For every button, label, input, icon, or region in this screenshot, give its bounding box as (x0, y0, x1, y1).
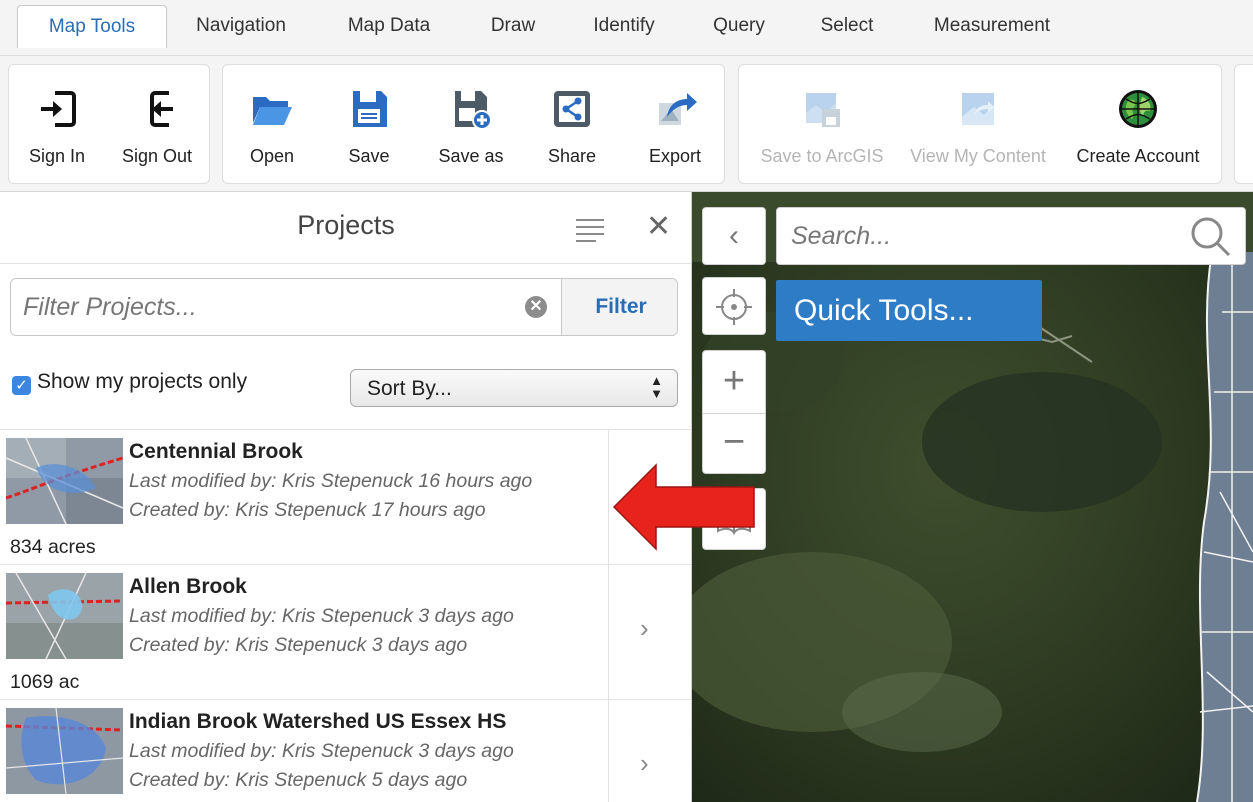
view-my-content-label: View My Content (910, 146, 1046, 166)
project-modified: Last modified by: Kris Stepenuck 3 days … (129, 740, 514, 762)
tab-draw[interactable]: Draw (470, 5, 556, 47)
save-label: Save (348, 146, 390, 166)
project-thumbnail (6, 708, 123, 794)
sign-in-label: Sign In (28, 146, 86, 166)
open-label: Open (249, 146, 295, 166)
account-group: Sign In Sign Out (8, 64, 210, 184)
select-arrows-icon: ▲ ▼ (650, 373, 663, 401)
tab-select[interactable]: Select (802, 5, 892, 47)
save-as-button[interactable]: Save as (431, 87, 511, 177)
tab-identify[interactable]: Identify (572, 5, 676, 47)
panel-header: Projects ✕ (0, 192, 691, 264)
share-label: Share (547, 146, 597, 166)
map-search-input[interactable] (777, 208, 1177, 264)
close-icon[interactable]: ✕ (646, 209, 671, 244)
chevron-right-icon[interactable]: › (640, 613, 649, 644)
sort-by-value: Sort By... (367, 377, 452, 400)
show-my-projects-label: Show my projects only (37, 370, 248, 393)
chevron-left-icon: ‹ (729, 219, 739, 252)
project-item[interactable]: Indian Brook Watershed US Essex HS Last … (0, 700, 691, 802)
project-created: Created by: Kris Stepenuck 3 days ago (129, 634, 468, 656)
save-to-arcgis-button[interactable]: Save to ArcGIS (745, 87, 899, 177)
export-icon (659, 93, 697, 125)
crosshair-icon (716, 289, 752, 325)
project-modified: Last modified by: Kris Stepenuck 3 days … (129, 605, 514, 627)
tab-navigation[interactable]: Navigation (176, 5, 306, 47)
project-item[interactable]: Allen Brook Last modified by: Kris Stepe… (0, 565, 691, 700)
export-button[interactable]: Export (635, 87, 715, 177)
project-area: 1069 ac (10, 671, 80, 693)
tab-query[interactable]: Query (694, 5, 784, 47)
project-name: Allen Brook (129, 575, 247, 598)
sign-in-button[interactable]: Sign In (15, 87, 99, 177)
create-account-button[interactable]: Create Account (1063, 87, 1213, 177)
globe-icon (1119, 90, 1157, 128)
filter-button[interactable]: Filter (561, 279, 677, 335)
tab-map-tools[interactable]: Map Tools (17, 5, 167, 48)
sign-out-button[interactable]: Sign Out (109, 87, 205, 177)
project-name: Indian Brook Watershed US Essex HS (129, 710, 507, 733)
show-my-projects-checkbox[interactable]: ✓ (12, 376, 31, 395)
filter-projects-input[interactable] (11, 279, 551, 335)
project-thumbnail (6, 438, 123, 524)
save-as-icon (455, 91, 492, 130)
menu-icon[interactable] (576, 219, 604, 247)
tab-measurement[interactable]: Measurement (912, 5, 1072, 47)
sign-out-icon (150, 91, 173, 127)
save-button[interactable]: Save (335, 87, 403, 177)
arcgis-group: Save to ArcGIS View My Content Create Ac… (738, 64, 1222, 184)
map-view[interactable]: ‹ Quick Tools... + − (692, 192, 1253, 802)
view-my-content-icon (962, 93, 994, 125)
collapse-panel-button[interactable]: ‹ (702, 207, 766, 265)
save-to-arcgis-label: Save to ArcGIS (760, 146, 884, 166)
save-icon (353, 91, 387, 127)
project-modified: Last modified by: Kris Stepenuck 16 hour… (129, 470, 533, 492)
annotation-arrow (612, 463, 755, 551)
project-name: Centennial Brook (129, 440, 303, 463)
view-my-content-button[interactable]: View My Content (899, 87, 1057, 177)
project-thumbnail (6, 573, 123, 659)
folder-open-icon (253, 97, 292, 125)
project-created: Created by: Kris Stepenuck 5 days ago (129, 769, 468, 791)
project-list: Centennial Brook Last modified by: Kris … (0, 429, 691, 802)
ribbon-group-partial (1234, 64, 1253, 184)
share-button[interactable]: Share (537, 87, 607, 177)
save-to-arcgis-icon (806, 93, 840, 127)
ribbon-toolbar: Sign In Sign Out Open Save Save as Share… (0, 56, 1253, 192)
search-icon[interactable] (1189, 215, 1233, 259)
project-item[interactable]: Centennial Brook Last modified by: Kris … (0, 430, 691, 565)
quick-tools-button[interactable]: Quick Tools... (776, 280, 1042, 341)
share-icon (554, 91, 590, 127)
chevron-right-icon[interactable]: › (640, 748, 649, 779)
show-my-projects-toggle[interactable]: ✓ Show my projects only (12, 370, 247, 395)
projects-panel: Projects ✕ ✕ Filter ✓ Show my projects on… (0, 192, 692, 802)
map-search-box (776, 207, 1246, 265)
sign-out-label: Sign Out (121, 146, 193, 166)
clear-filter-icon[interactable]: ✕ (525, 296, 547, 318)
row-separator (608, 700, 609, 802)
project-area: 834 acres (10, 536, 96, 558)
file-group: Open Save Save as Share Export (222, 64, 725, 184)
sign-in-icon (41, 91, 76, 127)
project-created: Created by: Kris Stepenuck 17 hours ago (129, 499, 486, 521)
save-as-label: Save as (438, 146, 504, 166)
row-separator (608, 565, 609, 699)
locate-button[interactable] (702, 277, 766, 335)
ribbon-tab-bar: Map Tools Navigation Map Data Draw Ident… (0, 0, 1253, 56)
zoom-in-button[interactable]: + (703, 351, 765, 414)
sort-by-select[interactable]: Sort By... ▲ ▼ (350, 369, 678, 407)
open-button[interactable]: Open (237, 87, 307, 177)
create-account-label: Create Account (1076, 146, 1200, 166)
export-label: Export (648, 146, 702, 166)
zoom-controls: + − (702, 350, 766, 474)
tab-map-data[interactable]: Map Data (326, 5, 452, 47)
filter-box: ✕ Filter (10, 278, 678, 336)
